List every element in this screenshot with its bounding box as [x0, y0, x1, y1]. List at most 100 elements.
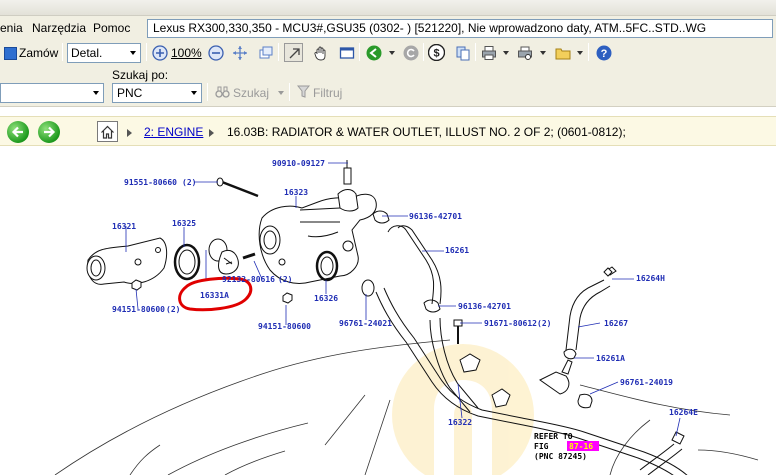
label-16264h: 16264H	[636, 274, 665, 283]
help-icon[interactable]: ?	[595, 44, 612, 61]
label-92132-qty: (2)	[278, 275, 292, 284]
cart-icon	[4, 46, 17, 60]
zoom-in-icon[interactable]	[151, 44, 168, 61]
price-icon[interactable]: $	[428, 44, 445, 61]
toolbar-separator	[62, 43, 63, 61]
chevron-down-icon[interactable]	[577, 51, 583, 55]
nav-back-button[interactable]	[7, 121, 29, 143]
search-by-label: Szukaj po:	[112, 68, 169, 82]
toolbar-separator	[278, 43, 279, 61]
arrow-right-icon	[44, 126, 56, 138]
chevron-down-icon[interactable]	[126, 44, 140, 62]
fullscreen-icon[interactable]	[338, 44, 355, 61]
order-button-label: Zamów	[19, 46, 59, 60]
print-preview-icon[interactable]	[516, 44, 533, 61]
search-field-select[interactable]: PNC	[112, 83, 202, 103]
label-96761-b: 96761-24019	[620, 378, 673, 387]
label-96136-b: 96136-42701	[458, 302, 511, 311]
chevron-down-icon[interactable]	[187, 84, 201, 102]
label-16261: 16261	[445, 246, 469, 255]
order-button[interactable]: Zamów	[4, 44, 58, 62]
label-91551-qty: (2)	[182, 178, 196, 187]
back-icon[interactable]	[365, 44, 382, 61]
toolbar-separator	[475, 43, 476, 61]
hose-16261	[387, 225, 442, 305]
vehicle-info-field[interactable]: Lexus RX300,330,350 - MCU3#,GSU35 (0302-…	[147, 19, 773, 38]
label-16322: 16322	[448, 418, 472, 427]
label-92132: 92132-80616	[222, 275, 275, 284]
window-restore-icon[interactable]	[257, 44, 274, 61]
thermostat	[208, 238, 239, 275]
parts-diagram[interactable]: 90910-09127 91551-80660 (2) 16323 96136-…	[0, 147, 776, 475]
zoom-level[interactable]: 100%	[171, 46, 202, 60]
search-field-value: PNC	[117, 86, 143, 100]
chevron-down-icon[interactable]	[89, 84, 103, 102]
search-button-label: Szukaj	[233, 86, 270, 100]
svg-text:?: ?	[600, 48, 607, 60]
chevron-down-icon[interactable]	[278, 91, 285, 95]
label-96761-a: 96761-24021	[339, 319, 392, 328]
breadcrumb-current: 16.03B: RADIATOR & WATER OUTLET, ILLUST …	[227, 125, 626, 139]
breadcrumb-separator	[127, 129, 132, 137]
menu-item-help[interactable]: Pomoc	[93, 21, 130, 35]
bolt-91671	[453, 319, 463, 344]
search-button[interactable]: Szukaj	[215, 85, 285, 101]
label-94151-a-qty: (2)	[166, 305, 180, 314]
label-96136-a: 96136-42701	[409, 212, 462, 221]
label-16267: 16267	[604, 319, 628, 328]
refer-line-1: REFER TO	[534, 432, 573, 441]
chevron-down-icon[interactable]	[389, 51, 395, 55]
label-16331a: 16331A	[200, 291, 229, 300]
fit-view-icon[interactable]	[231, 44, 248, 61]
toolbar-separator	[207, 83, 208, 101]
gasket-ring	[173, 243, 201, 281]
o-ring-96761	[361, 279, 375, 297]
toolbar-separator	[146, 43, 147, 61]
label-16261a: 16261A	[596, 354, 625, 363]
toolbar-separator	[289, 83, 290, 101]
label-91671: 91671-80612	[484, 319, 537, 328]
label-16326: 16326	[314, 294, 338, 303]
bolt-91551	[216, 177, 259, 198]
search-input[interactable]	[0, 83, 104, 103]
breadcrumb-engine-link[interactable]: 2: ENGINE	[144, 125, 203, 139]
label-91671-qty: (2)	[537, 319, 551, 328]
label-16323: 16323	[284, 188, 308, 197]
open-folder-icon[interactable]	[554, 44, 571, 61]
label-94151-b: 94151-80600	[258, 322, 311, 331]
binoculars-icon	[215, 85, 230, 101]
detail-level-value: Detal.	[71, 46, 103, 60]
chevron-down-icon[interactable]	[503, 51, 509, 55]
menu-item-window[interactable]: enia	[0, 21, 23, 35]
detail-level-select[interactable]: Detal.	[67, 43, 141, 63]
hose-16267	[565, 279, 611, 351]
nav-forward-button[interactable]	[38, 121, 60, 143]
water-inlet-housing	[86, 237, 168, 285]
filter-icon	[296, 85, 311, 101]
toolbar-separator	[588, 43, 589, 61]
refresh-icon[interactable]	[402, 44, 419, 61]
pan-hand-icon[interactable]	[312, 44, 329, 61]
spacer	[0, 107, 776, 116]
filter-button-label: Filtruj	[313, 86, 343, 100]
chevron-down-icon[interactable]	[540, 51, 546, 55]
label-16325: 16325	[172, 219, 196, 228]
label-16264e: 16264E	[669, 408, 698, 417]
home-button[interactable]	[97, 121, 118, 142]
menu-item-tools[interactable]: Narzędzia	[32, 21, 86, 35]
arrow-left-icon	[11, 126, 23, 138]
toolbar-separator	[359, 43, 360, 61]
window-title-strip	[0, 0, 776, 16]
filter-button[interactable]: Filtruj	[296, 85, 343, 101]
zoom-out-icon[interactable]	[207, 44, 224, 61]
stud-92132	[242, 252, 256, 260]
refer-line-2-prefix: FIG	[534, 442, 549, 451]
refer-line-3: (PNC 87245)	[534, 452, 587, 461]
refer-fig-link: 87-16	[569, 442, 593, 451]
select-pointer-icon[interactable]	[284, 43, 303, 62]
label-16321: 16321	[112, 222, 136, 231]
breadcrumb-separator	[209, 129, 214, 137]
print-icon[interactable]	[480, 44, 497, 61]
svg-text:$: $	[433, 48, 439, 60]
copy-icon[interactable]	[454, 44, 471, 61]
